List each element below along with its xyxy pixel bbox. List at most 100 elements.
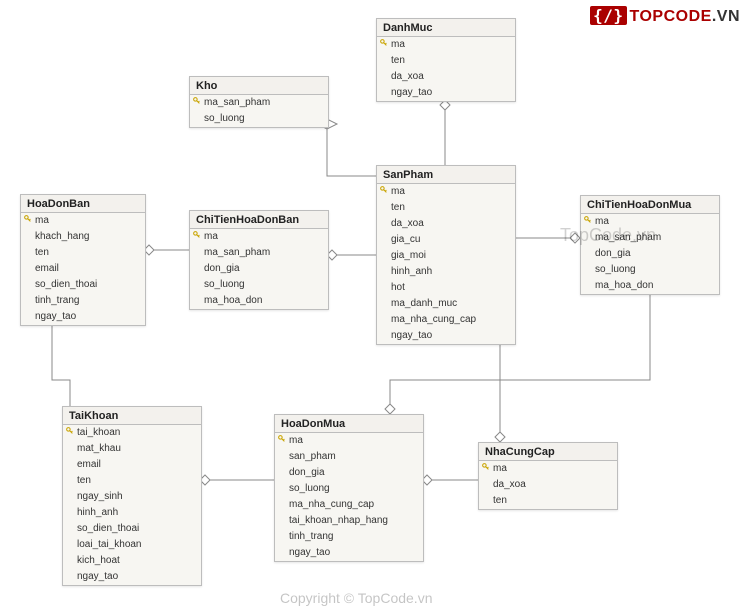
column-name: mat_khau bbox=[77, 442, 121, 456]
table-title: Kho bbox=[190, 77, 328, 95]
column-row: da_xoa bbox=[377, 69, 515, 85]
column-row: so_luong bbox=[190, 277, 328, 293]
column-row: kich_hoat bbox=[63, 553, 201, 569]
column-name: kich_hoat bbox=[77, 554, 120, 568]
column-row: don_gia bbox=[275, 465, 423, 481]
column-name: hot bbox=[391, 281, 405, 295]
column-name: ma bbox=[35, 214, 49, 228]
column-name: so_dien_thoai bbox=[77, 522, 139, 536]
column-row: so_luong bbox=[190, 111, 328, 127]
column-name: ma_hoa_don bbox=[204, 294, 262, 308]
column-name: ma bbox=[391, 185, 405, 199]
column-name: ngay_tao bbox=[289, 546, 330, 560]
logo-suffix: .VN bbox=[712, 8, 740, 25]
column-row: ma bbox=[581, 214, 719, 230]
table-HoaDonMua: HoaDonMuamasan_phamdon_giaso_luongma_nha… bbox=[274, 414, 424, 562]
column-row: don_gia bbox=[190, 261, 328, 277]
column-name: ten bbox=[391, 201, 405, 215]
column-name: so_luong bbox=[204, 112, 245, 126]
column-name: ngay_sinh bbox=[77, 490, 123, 504]
column-name: ma_nha_cung_cap bbox=[391, 313, 476, 327]
logo: {/}TOPCODE.VN bbox=[590, 6, 740, 26]
column-name: ngay_tao bbox=[77, 570, 118, 584]
column-name: so_luong bbox=[204, 278, 245, 292]
column-name: ma bbox=[289, 434, 303, 448]
table-title: NhaCungCap bbox=[479, 443, 617, 461]
column-row: khach_hang bbox=[21, 229, 145, 245]
column-name: khach_hang bbox=[35, 230, 90, 244]
column-name: san_pham bbox=[289, 450, 336, 464]
column-row: ma bbox=[275, 433, 423, 449]
column-row: ma bbox=[479, 461, 617, 477]
column-name: gia_cu bbox=[391, 233, 420, 247]
column-name: hinh_anh bbox=[391, 265, 432, 279]
column-row: ma_san_pham bbox=[190, 95, 328, 111]
column-name: ma bbox=[391, 38, 405, 52]
column-row: ma_san_pham bbox=[190, 245, 328, 261]
column-row: ma bbox=[190, 229, 328, 245]
column-row: tai_khoan_nhap_hang bbox=[275, 513, 423, 529]
table-TaiKhoan: TaiKhoantai_khoan mat_khauemailtenngay_si… bbox=[62, 406, 202, 586]
logo-name: TOPCODE bbox=[630, 8, 712, 25]
column-name: ma_san_pham bbox=[204, 246, 270, 260]
column-name: gia_moi bbox=[391, 249, 426, 263]
column-name: ngay_tao bbox=[35, 310, 76, 324]
column-name: tai_khoan bbox=[77, 426, 120, 440]
table-title: DanhMuc bbox=[377, 19, 515, 37]
column-row: san_pham bbox=[275, 449, 423, 465]
column-row: ngay_tao bbox=[275, 545, 423, 561]
column-name: da_xoa bbox=[391, 70, 424, 84]
key-icon bbox=[24, 215, 32, 223]
table-NhaCungCap: NhaCungCapmada_xoaten bbox=[478, 442, 618, 510]
table-title: ChiTienHoaDonBan bbox=[190, 211, 328, 229]
column-row: gia_moi bbox=[377, 248, 515, 264]
column-row: ten bbox=[63, 473, 201, 489]
column-row: ma_nha_cung_cap bbox=[377, 312, 515, 328]
table-SanPham: SanPhammatenda_xoagia_cugia_moihinh_anhh… bbox=[376, 165, 516, 345]
column-name: ten bbox=[35, 246, 49, 260]
key-icon bbox=[278, 435, 286, 443]
column-row: ten bbox=[21, 245, 145, 261]
column-row: email bbox=[63, 457, 201, 473]
column-name: tinh_trang bbox=[289, 530, 333, 544]
table-Kho: Khoma_san_phamso_luong bbox=[189, 76, 329, 128]
column-name: ma bbox=[595, 215, 609, 229]
watermark-bottom: Copyright © TopCode.vn bbox=[280, 590, 432, 606]
logo-brace: {/} bbox=[590, 6, 626, 25]
column-row: gia_cu bbox=[377, 232, 515, 248]
table-HoaDonBan: HoaDonBanmakhach_hangtenemailso_dien_tho… bbox=[20, 194, 146, 326]
column-row: ten bbox=[377, 200, 515, 216]
column-row: tai_khoan bbox=[63, 425, 201, 441]
table-title: TaiKhoan bbox=[63, 407, 201, 425]
column-name: da_xoa bbox=[493, 478, 526, 492]
column-row: tinh_trang bbox=[275, 529, 423, 545]
column-name: ten bbox=[391, 54, 405, 68]
column-row: so_luong bbox=[275, 481, 423, 497]
column-row: ma bbox=[21, 213, 145, 229]
table-ChiTienHoaDonBan: ChiTienHoaDonBanmama_san_pham don_gia so_l… bbox=[189, 210, 329, 310]
table-DanhMuc: DanhMucma ten da_xoangay_tao bbox=[376, 18, 516, 102]
column-row: ngay_tao bbox=[377, 328, 515, 344]
column-row: tinh_trang bbox=[21, 293, 145, 309]
column-row: ma_san_pham bbox=[581, 230, 719, 246]
table-title: ChiTienHoaDonMua bbox=[581, 196, 719, 214]
column-name: ngay_tao bbox=[391, 329, 432, 343]
column-row: ngay_tao bbox=[377, 85, 515, 101]
column-row: da_xoa bbox=[479, 477, 617, 493]
column-name: ten bbox=[493, 494, 507, 508]
column-row: ngay_sinh bbox=[63, 489, 201, 505]
column-name: ma_nha_cung_cap bbox=[289, 498, 374, 512]
column-name: don_gia bbox=[204, 262, 240, 276]
column-name: so_luong bbox=[595, 263, 636, 277]
column-row: ma_hoa_don bbox=[190, 293, 328, 309]
column-row: ma_hoa_don bbox=[581, 278, 719, 294]
column-row: hinh_anh bbox=[377, 264, 515, 280]
column-name: loai_tai_khoan bbox=[77, 538, 142, 552]
column-name: ma_danh_muc bbox=[391, 297, 457, 311]
column-row: don_gia bbox=[581, 246, 719, 262]
column-row: hot bbox=[377, 280, 515, 296]
column-row: so_luong bbox=[581, 262, 719, 278]
column-name: tinh_trang bbox=[35, 294, 79, 308]
column-row: ma bbox=[377, 37, 515, 53]
column-row: ten bbox=[377, 53, 515, 69]
